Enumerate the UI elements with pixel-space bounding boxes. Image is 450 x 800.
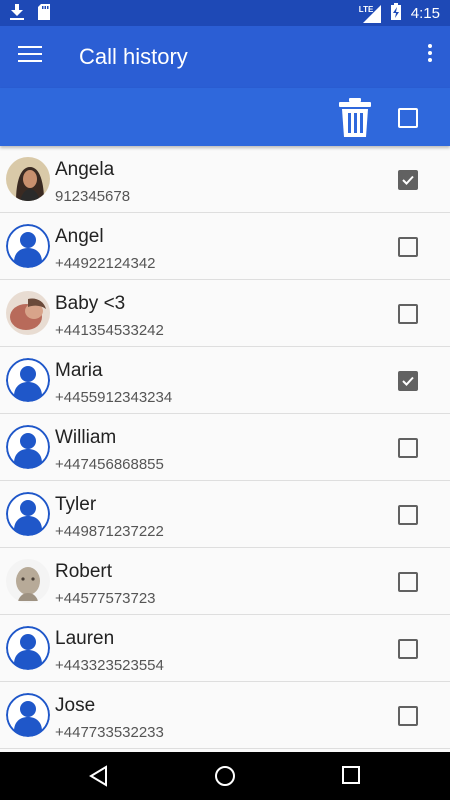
contact-name: William bbox=[55, 427, 117, 448]
recents-icon[interactable] bbox=[342, 766, 360, 789]
overflow-menu-icon[interactable] bbox=[426, 44, 434, 68]
app-bar: Call history bbox=[0, 26, 450, 88]
select-all-checkbox[interactable] bbox=[398, 108, 418, 128]
contact-name: Lauren bbox=[55, 628, 115, 649]
status-bar: LTE 4:15 bbox=[0, 0, 450, 26]
hamburger-menu-icon[interactable] bbox=[18, 46, 42, 66]
select-checkbox[interactable] bbox=[398, 237, 418, 257]
contact-row[interactable]: Baby <3 +441354533242 bbox=[0, 280, 450, 347]
contact-number: +449871237222 bbox=[55, 523, 164, 540]
contact-name: Maria bbox=[55, 360, 103, 381]
select-checkbox[interactable] bbox=[398, 371, 418, 391]
navigation-bar bbox=[0, 752, 450, 800]
contact-row[interactable]: Lauren +443323523554 bbox=[0, 615, 450, 682]
contact-photo bbox=[6, 559, 50, 603]
contact-number: +44922124342 bbox=[55, 255, 156, 272]
contact-photo bbox=[6, 291, 50, 335]
select-checkbox[interactable] bbox=[398, 572, 418, 592]
default-contact-icon bbox=[6, 693, 50, 737]
network-label: LTE bbox=[358, 4, 374, 14]
select-checkbox[interactable] bbox=[398, 505, 418, 525]
lte-signal-icon: LTE bbox=[358, 4, 381, 23]
sd-card-icon bbox=[38, 4, 50, 25]
contact-name: Baby <3 bbox=[55, 293, 126, 314]
contact-row[interactable]: Tyler +449871237222 bbox=[0, 481, 450, 548]
select-checkbox[interactable] bbox=[398, 170, 418, 190]
contact-name: Robert bbox=[55, 561, 113, 582]
contact-row[interactable]: Jose +447733532233 bbox=[0, 682, 450, 749]
clock: 4:15 bbox=[410, 5, 440, 22]
contact-row[interactable]: Robert +44577573723 bbox=[0, 548, 450, 615]
contact-number: +441354533242 bbox=[55, 322, 164, 339]
contact-row[interactable]: Angela 912345678 bbox=[0, 146, 450, 213]
contact-name: Tyler bbox=[55, 494, 97, 515]
contact-row[interactable]: Maria +4455912343234 bbox=[0, 347, 450, 414]
contact-number: +447456868855 bbox=[55, 456, 164, 473]
call-history-list: Angela 912345678 Angel +44922124342 Baby <3 +… bbox=[0, 146, 450, 749]
select-checkbox[interactable] bbox=[398, 639, 418, 659]
contact-row[interactable]: Angel +44922124342 bbox=[0, 213, 450, 280]
contact-name: Angel bbox=[55, 226, 104, 247]
select-checkbox[interactable] bbox=[398, 304, 418, 324]
contact-number: +4455912343234 bbox=[55, 389, 173, 406]
contact-number: +447733532233 bbox=[55, 724, 164, 741]
select-checkbox[interactable] bbox=[398, 706, 418, 726]
selection-action-bar bbox=[0, 88, 450, 146]
contact-number: +44577573723 bbox=[55, 590, 156, 607]
contact-name: Angela bbox=[55, 159, 115, 180]
contact-number: 912345678 bbox=[55, 188, 131, 205]
default-contact-icon bbox=[6, 492, 50, 536]
back-icon[interactable] bbox=[88, 765, 108, 792]
home-icon[interactable] bbox=[214, 765, 236, 792]
default-contact-icon bbox=[6, 224, 50, 268]
contact-name: Jose bbox=[55, 695, 96, 716]
select-checkbox[interactable] bbox=[398, 438, 418, 458]
contact-row[interactable]: William +447456868855 bbox=[0, 414, 450, 481]
battery-icon bbox=[390, 3, 401, 24]
default-contact-icon bbox=[6, 358, 50, 402]
contact-number: +443323523554 bbox=[55, 657, 164, 674]
default-contact-icon bbox=[6, 425, 50, 469]
default-contact-icon bbox=[6, 626, 50, 670]
download-icon bbox=[10, 4, 24, 25]
delete-icon[interactable] bbox=[338, 98, 372, 138]
contact-photo bbox=[6, 157, 50, 201]
page-title: Call history bbox=[79, 44, 188, 69]
